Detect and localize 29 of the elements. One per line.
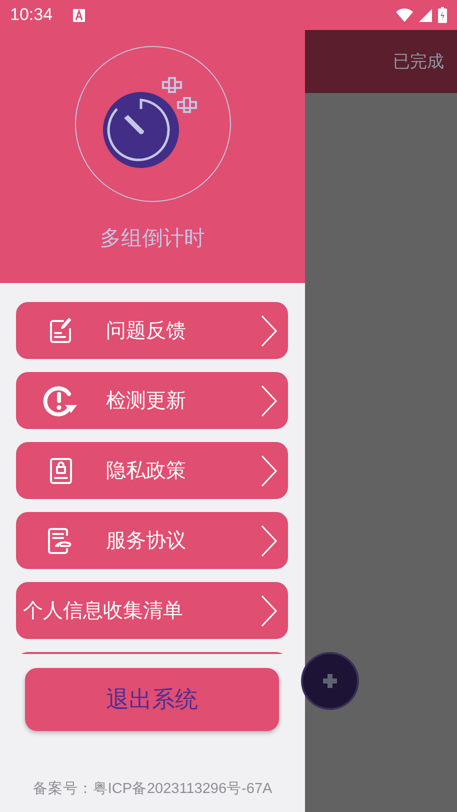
menu-item[interactable]: 检测更新 xyxy=(16,372,288,429)
menu-item[interactable]: 个人信息收集清单 xyxy=(16,582,288,639)
menu-label: 问题反馈 xyxy=(106,317,187,344)
notification-app-icon xyxy=(72,8,85,22)
chevron-right-icon xyxy=(260,314,278,348)
icp-record-text: 备案号：粤ICP备2023113296号-67A xyxy=(32,780,274,798)
chevron-right-icon xyxy=(260,524,278,558)
menu-label: 个人信息收集清单 xyxy=(22,597,184,624)
battery-charging-icon xyxy=(438,7,447,23)
add-button[interactable] xyxy=(303,654,357,708)
chevron-right-icon xyxy=(260,454,278,488)
logout-button[interactable]: 退出系统 xyxy=(25,668,279,731)
plus-icon xyxy=(321,672,339,690)
menu-label: 检测更新 xyxy=(106,387,187,414)
menu-label: 服务协议 xyxy=(106,527,187,554)
edit-note-icon xyxy=(49,318,73,344)
menu-item[interactable]: 问题反馈 xyxy=(16,302,288,359)
menu-label: 隐私政策 xyxy=(106,457,187,484)
app-name: 多组倒计时 xyxy=(100,225,205,252)
lock-document-icon xyxy=(49,456,73,484)
menu-item[interactable]: 服务协议 xyxy=(16,512,288,569)
refresh-alert-icon xyxy=(43,384,79,416)
signal-icon xyxy=(419,8,432,22)
wifi-icon xyxy=(396,8,413,22)
completed-tab[interactable]: 已完成 xyxy=(393,50,444,73)
status-time: 10:34 xyxy=(10,5,53,25)
chevron-right-icon xyxy=(260,594,278,628)
chevron-right-icon xyxy=(260,384,278,418)
menu-item[interactable]: 隐私政策 xyxy=(16,442,288,499)
